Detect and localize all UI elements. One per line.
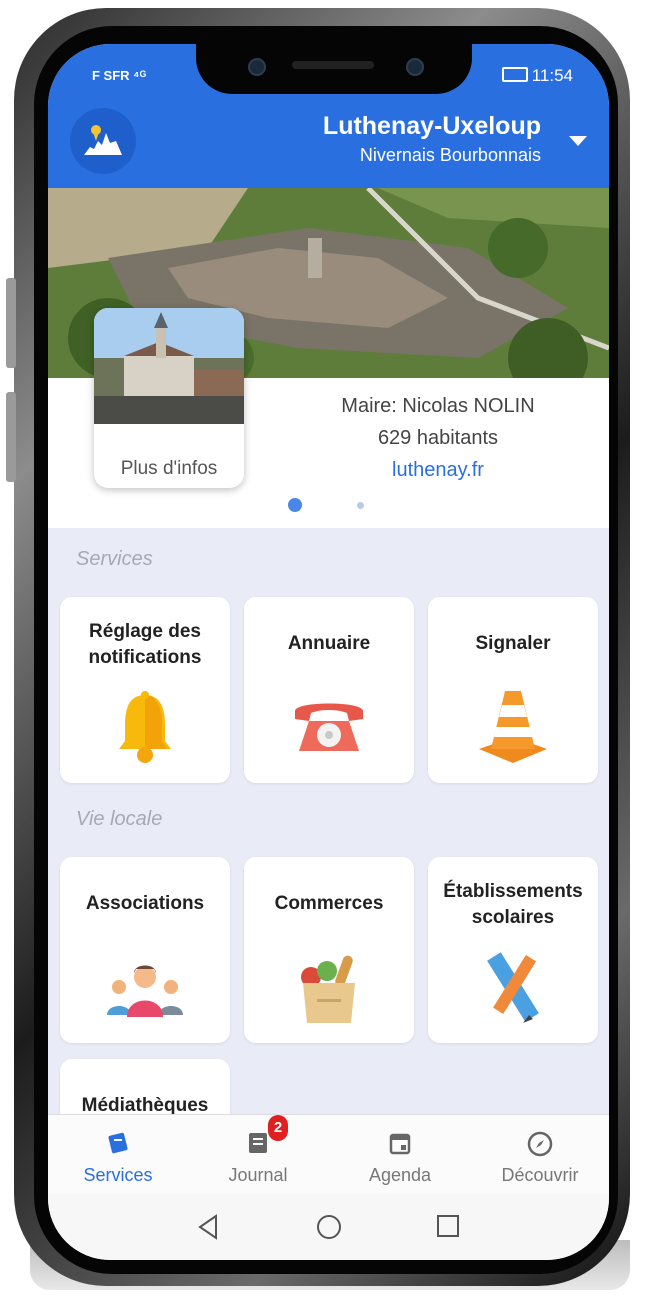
traffic-cone-icon xyxy=(479,691,547,763)
grocery-bag-icon xyxy=(301,955,355,1023)
town-name: Luthenay-Uxeloup xyxy=(322,112,541,140)
mayor-text: Maire: Nicolas NOLIN xyxy=(341,395,535,417)
nav-label-journal: Journal xyxy=(228,1165,288,1185)
app-header[interactable]: Luthenay-Uxeloup Nivernais Bourbonnais xyxy=(48,96,609,188)
time-label: 11:54 xyxy=(531,66,573,85)
telephone-icon xyxy=(295,703,363,751)
service-card-report[interactable]: Signaler xyxy=(428,597,598,783)
card-label-line1: Réglage des xyxy=(89,621,201,642)
recents-icon[interactable] xyxy=(436,1214,460,1238)
carousel-dot[interactable] xyxy=(357,502,364,509)
calendar-icon xyxy=(389,1133,411,1155)
camera-notch xyxy=(196,44,472,94)
bell-icon xyxy=(119,691,171,763)
status-bar: F SFR ⁴ᴳ 11:54 xyxy=(48,44,609,96)
town-logo[interactable] xyxy=(70,108,136,174)
service-card-notifications[interactable]: Réglage des notifications xyxy=(60,597,230,783)
card-label: Signaler xyxy=(475,633,551,654)
sensor-icon xyxy=(406,58,424,76)
local-card-shops[interactable]: Commerces xyxy=(244,857,414,1043)
local-card-associations[interactable]: Associations xyxy=(60,857,230,1043)
town-selector[interactable]: Luthenay-Uxeloup Nivernais Bourbonnais xyxy=(323,110,541,168)
compass-icon xyxy=(527,1131,553,1157)
card-label-line1: Établissements xyxy=(443,881,583,902)
town-details: Maire: Nicolas NOLIN 629 habitants luthe… xyxy=(288,390,588,486)
nav-label-services: Services xyxy=(83,1165,153,1185)
chevron-down-icon[interactable] xyxy=(569,136,587,146)
more-info-card[interactable]: Plus d'infos xyxy=(94,308,244,488)
nav-tab-agenda[interactable]: Agenda xyxy=(330,1115,470,1195)
population-text: 629 habitants xyxy=(377,427,499,449)
battery-icon xyxy=(501,67,528,82)
village-logo-icon xyxy=(84,125,122,155)
services-icon xyxy=(108,1132,128,1154)
bottom-navigation: Services 2 Journal Agenda Découvrir xyxy=(48,1114,609,1195)
section-title-local-life: Vie locale xyxy=(76,808,163,830)
app-screen: F SFR ⁴ᴳ 11:54 Luthenay-Uxeloup Nivernai… xyxy=(48,44,609,1260)
more-info-label: Plus d'infos xyxy=(120,458,218,479)
nav-label-agenda: Agenda xyxy=(368,1165,432,1185)
nav-label-discover: Découvrir xyxy=(501,1165,579,1185)
card-label: Associations xyxy=(85,893,205,914)
earpiece-speaker xyxy=(292,61,374,69)
clock: 11:54 xyxy=(501,66,573,86)
volume-button xyxy=(6,278,16,368)
carousel-dot-active[interactable] xyxy=(288,498,302,512)
ruler-pencil-icon xyxy=(487,952,539,1023)
card-label: Annuaire xyxy=(287,633,371,654)
card-label: Réglage des notifications xyxy=(60,619,230,671)
card-label-line2: notifications xyxy=(88,647,202,668)
journal-badge: 2 xyxy=(268,1115,288,1141)
carousel-indicator xyxy=(48,498,609,512)
nav-tab-discover[interactable]: Découvrir xyxy=(470,1115,609,1195)
power-button xyxy=(6,392,16,482)
home-icon[interactable] xyxy=(316,1214,342,1240)
card-label: Commerces xyxy=(274,893,384,914)
town-region: Nivernais Bourbonnais xyxy=(359,145,541,165)
carrier-label: F SFR ⁴ᴳ xyxy=(92,68,147,83)
front-camera-icon xyxy=(248,58,266,76)
newspaper-icon xyxy=(249,1133,267,1153)
website-link[interactable]: luthenay.fr xyxy=(288,454,588,486)
people-group-icon xyxy=(107,965,183,1017)
service-card-directory[interactable]: Annuaire xyxy=(244,597,414,783)
card-label: Établissements scolaires xyxy=(428,879,598,931)
local-card-schools[interactable]: Établissements scolaires xyxy=(428,857,598,1043)
back-icon[interactable] xyxy=(196,1214,220,1240)
card-label-line2: scolaires xyxy=(471,907,555,928)
section-title-services: Services xyxy=(76,548,153,570)
nav-tab-journal[interactable]: 2 Journal xyxy=(188,1115,328,1195)
system-navigation-bar xyxy=(48,1194,609,1260)
nav-tab-services[interactable]: Services xyxy=(48,1115,188,1195)
church-photo xyxy=(94,308,244,424)
